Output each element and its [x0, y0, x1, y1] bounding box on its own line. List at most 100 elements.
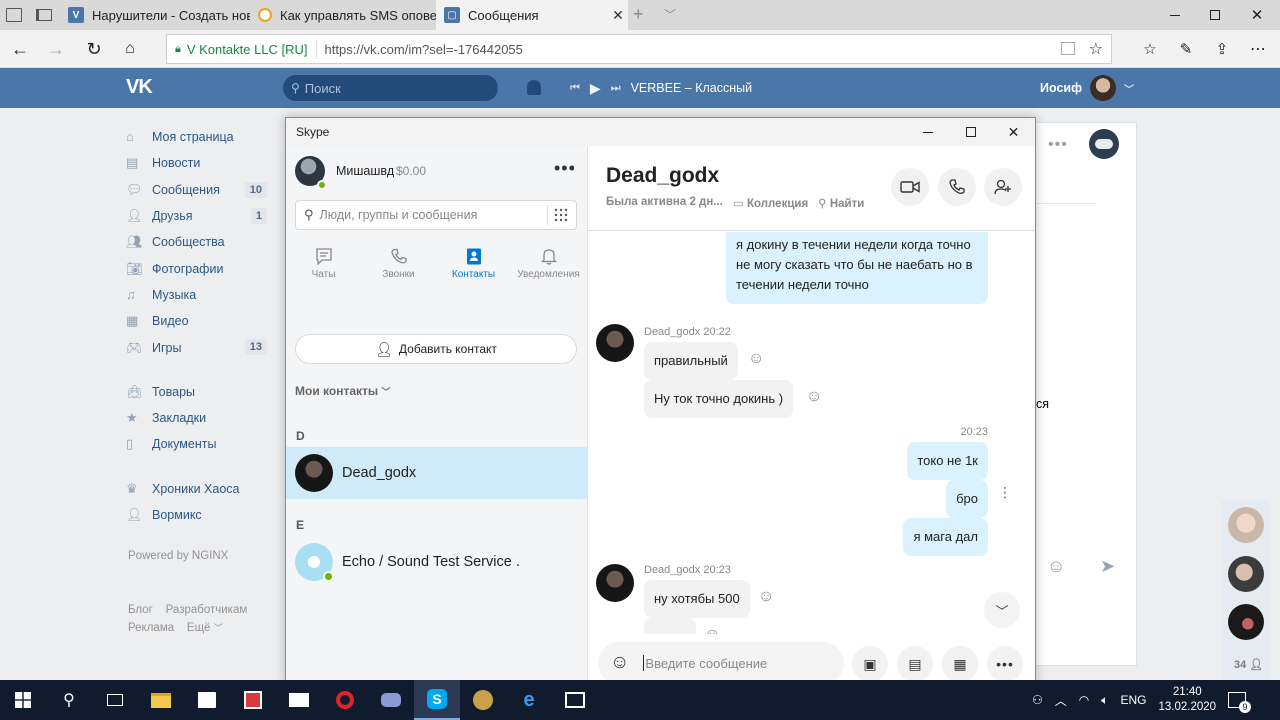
sidebar-item[interactable]: 📷︎ Фотографии	[126, 255, 271, 281]
forward-arrow-icon[interactable]: →	[38, 30, 74, 68]
message-bubble[interactable]: правильный	[644, 342, 738, 380]
play-icon[interactable]: ▶	[590, 80, 601, 97]
more-link[interactable]: Ещё	[187, 622, 211, 634]
add-reaction-icon[interactable]: ☺	[806, 388, 822, 406]
message-bubble[interactable]: ну хотябы 500	[644, 580, 750, 618]
video-call-button[interactable]	[891, 168, 929, 206]
avatar[interactable]	[596, 324, 634, 362]
previous-track-icon[interactable]: ⏮	[570, 82, 580, 95]
sidebar-item[interactable]: 👜︎ Товары	[126, 379, 271, 405]
pen-icon[interactable]: ✎	[1168, 30, 1204, 68]
skype-close-button[interactable]: ✕	[992, 118, 1035, 146]
friend-avatar[interactable]	[1228, 507, 1264, 543]
friends-online-count[interactable]: 34 👤︎	[1234, 658, 1263, 671]
message-bubble[interactable]: я мага дал	[903, 518, 988, 556]
wifi-icon[interactable]: ◠	[1079, 693, 1089, 707]
message-bubble[interactable]: бро	[946, 480, 988, 518]
add-contact-button[interactable]: 👤︎ Добавить контакт	[295, 334, 577, 364]
share-media-button[interactable]: ▣	[852, 646, 888, 682]
send-message-button[interactable]: ▦	[942, 646, 978, 682]
vk-user-menu[interactable]: Иосиф ﹀	[1040, 68, 1134, 108]
contact-item[interactable]: Dead_godx	[286, 447, 587, 499]
more-actions-button[interactable]: •••	[987, 646, 1023, 682]
sidebar-item[interactable]: ⌂ Моя страница	[126, 124, 271, 150]
sidebar-item[interactable]: 💬︎ Сообщения 10	[126, 177, 271, 203]
skype-credit[interactable]: $0.00	[396, 164, 426, 178]
browser-tab-messages[interactable]: ▢ Сообщения ✕	[436, 0, 628, 30]
now-playing-title[interactable]: VERBEE – Классный	[631, 81, 753, 95]
site-identity[interactable]: 🔒︎ V Kontakte LLC [RU]	[167, 40, 317, 58]
gift-app-button[interactable]	[230, 680, 276, 720]
sidebar-item[interactable]: ▯ Документы	[126, 431, 271, 457]
url-field[interactable]: 🔒︎ V Kontakte LLC [RU] https://vk.com/im…	[166, 34, 1112, 64]
message-bubble[interactable]: я докину в течении недели когда точно не…	[726, 232, 988, 304]
clock[interactable]: 21:40 13.02.2020	[1158, 685, 1216, 715]
sidebar-item[interactable]: ▦ Видео	[126, 308, 271, 334]
close-browser-button[interactable]: ✕	[1234, 0, 1280, 30]
emoji-icon[interactable]: ☺	[1047, 556, 1065, 577]
add-reaction-icon[interactable]: ☺	[748, 350, 764, 368]
skype-maximize-button[interactable]	[949, 118, 992, 146]
vk-search-input[interactable]: ⚲ Поиск	[283, 75, 498, 101]
edge-button[interactable]: e	[506, 680, 552, 720]
game-launcher-button[interactable]	[460, 680, 506, 720]
send-contact-button[interactable]: ▤	[897, 646, 933, 682]
more-dots-icon[interactable]: •••	[1048, 136, 1068, 154]
message-bubble[interactable]: ну да	[644, 618, 697, 634]
group-avatar[interactable]	[1089, 129, 1119, 159]
message-bubble[interactable]: токо не 1к	[907, 442, 988, 480]
notifications-bell-icon[interactable]	[527, 80, 541, 95]
share-icon[interactable]: ⇪	[1204, 30, 1240, 68]
tab-contacts[interactable]: Контакты	[436, 248, 511, 280]
browser-tab-violators[interactable]: V Нарушители - Создать нов	[60, 0, 250, 30]
contact-item[interactable]: Echo / Sound Test Service .	[286, 536, 587, 588]
mail-button[interactable]	[276, 680, 322, 720]
reading-view-icon[interactable]	[1061, 42, 1075, 55]
skype-search-input[interactable]: ⚲ Люди, группы и сообщения	[295, 200, 577, 230]
sidebar-item[interactable]: 👥︎ Сообщества	[126, 229, 271, 255]
action-center-button[interactable]: 9	[1228, 692, 1252, 713]
add-reaction-icon[interactable]: ☺	[758, 588, 774, 606]
maximize-browser-button[interactable]	[1192, 0, 1238, 30]
ads-link[interactable]: Реклама	[128, 622, 174, 634]
vk-logo[interactable]: VK	[126, 76, 160, 100]
more-menu-icon[interactable]: ⋯	[1240, 30, 1276, 68]
file-explorer-button[interactable]	[138, 680, 184, 720]
discord-button[interactable]	[368, 680, 414, 720]
tab-chat[interactable]: Чаты	[286, 248, 361, 280]
skype-minimize-button[interactable]	[906, 118, 949, 146]
skype-taskbar-button[interactable]: S	[414, 680, 460, 720]
message-input[interactable]: ☺ Введите сообщение	[598, 642, 844, 684]
add-reaction-icon[interactable]: ☺	[704, 626, 720, 634]
send-icon[interactable]: ➤	[1100, 556, 1115, 577]
browser-tab-sms[interactable]: Как управлять SMS оповещ	[250, 0, 436, 30]
add-people-button[interactable]	[984, 168, 1022, 206]
back-arrow-icon[interactable]: ←	[2, 30, 38, 68]
new-tab-icon[interactable]: +	[633, 4, 644, 25]
tab-list-chevron-icon[interactable]: ﹀	[664, 6, 676, 23]
my-contacts-dropdown[interactable]: Мои контакты ﹀	[295, 384, 391, 398]
favorite-star-icon[interactable]: ☆	[1089, 39, 1103, 59]
friend-avatar[interactable]	[1228, 556, 1264, 592]
tab-bell[interactable]: Уведомления	[511, 248, 586, 280]
home-icon[interactable]: ⌂	[112, 30, 148, 68]
avatar[interactable]	[596, 564, 634, 602]
sidebar-item[interactable]: 🎮︎ Игры 13	[126, 334, 271, 360]
refresh-icon[interactable]: ↻	[76, 30, 112, 68]
collection-link[interactable]: ▭ Коллекция	[733, 196, 808, 210]
dialpad-icon[interactable]	[554, 208, 568, 222]
friend-avatar[interactable]	[1228, 604, 1264, 640]
blog-link[interactable]: Блог	[128, 604, 153, 616]
set-aside-tabs-icon[interactable]	[36, 9, 52, 21]
sidebar-item[interactable]: ♫ Музыка	[126, 282, 271, 308]
emoji-icon[interactable]: ☺	[610, 652, 629, 674]
start-button[interactable]	[0, 680, 46, 720]
sidebar-item[interactable]: ♛ Хроники Хаоса	[126, 476, 271, 502]
language-indicator[interactable]: ENG	[1120, 693, 1146, 707]
message-options-icon[interactable]: ⋮	[998, 484, 1012, 501]
message-bubble[interactable]: Ну ток точно докинь )	[644, 380, 794, 418]
next-track-icon[interactable]: ⏭	[611, 82, 621, 95]
chevron-up-icon[interactable]: ︿	[1055, 692, 1067, 709]
scroll-down-button[interactable]: ﹀	[984, 592, 1020, 628]
close-tab-icon[interactable]: ✕	[608, 7, 628, 24]
